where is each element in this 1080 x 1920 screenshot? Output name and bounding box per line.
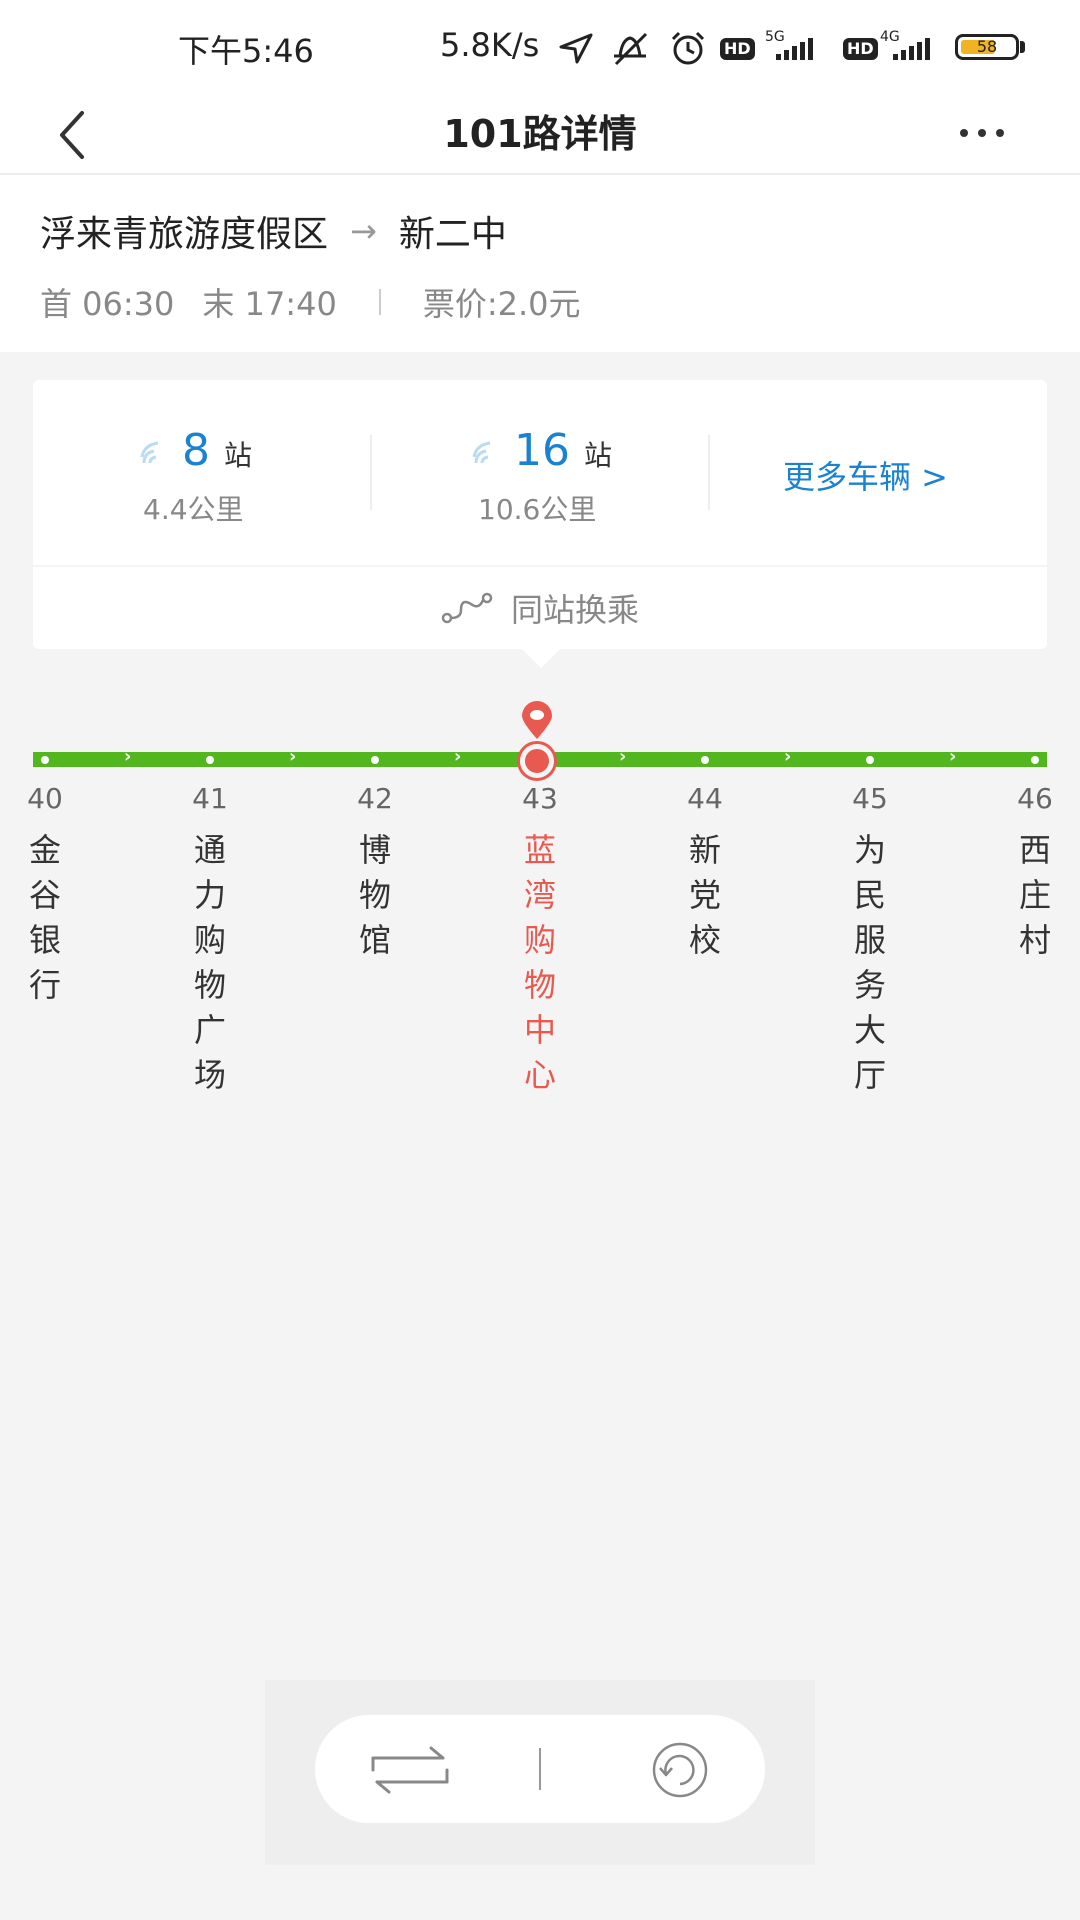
station-dot: [866, 756, 874, 764]
bus-distance: 4.4公里: [143, 493, 244, 526]
route-to: 新二中: [398, 214, 507, 255]
route-schedule: 首 06:30 末 17:40 票价:2.0元: [40, 279, 581, 325]
current-station-dot: [525, 749, 549, 773]
station-number: 43: [522, 782, 558, 815]
mute-icon: [614, 32, 648, 66]
direction-chevron-icon: ›: [289, 746, 297, 767]
station-dot: [371, 756, 379, 764]
bus-stops-unit: 站: [224, 439, 253, 472]
first-bus-time: 首 06:30: [40, 285, 175, 323]
bus-stops-away: 16 站: [472, 425, 612, 476]
location-pin-icon: [522, 701, 552, 739]
signal-icon: [893, 36, 930, 60]
divider: [708, 435, 710, 510]
transfer-button[interactable]: 同站换乘: [33, 567, 1047, 649]
route-transfer-icon: [441, 592, 493, 624]
battery-percent: 58: [976, 37, 998, 56]
transfer-label: 同站换乘: [510, 591, 639, 629]
bus-stops-unit: 站: [584, 439, 613, 472]
realtime-signal-icon: [472, 441, 491, 464]
last-bus-time: 末 17:40: [202, 285, 337, 323]
same-stop-transfer-bar[interactable]: 同站换乘: [33, 567, 1047, 649]
route-info-panel: 浮来青旅游度假区 → 新二中 首 06:30 末 17:40 票价:2.0元: [0, 175, 1080, 352]
page-title: 101路详情: [443, 112, 637, 156]
station-number: 45: [852, 782, 888, 815]
bus-distance: 10.6公里: [478, 493, 597, 526]
direction-chevron-icon: ›: [949, 746, 957, 767]
bus-arrival-item[interactable]: 16 站 10.6公里: [372, 380, 708, 565]
direction-chevron-icon: ›: [454, 746, 462, 767]
direction-chevron-icon: ›: [124, 746, 132, 767]
bus-stops-away: 8 站: [140, 425, 252, 476]
refresh-icon[interactable]: [642, 1738, 718, 1802]
arrow-right-icon: →: [350, 212, 377, 250]
hd-badge: HD: [843, 38, 878, 60]
fare-label: 票价:2.0元: [422, 285, 581, 323]
station-number: 40: [27, 782, 63, 815]
station-name[interactable]: 金谷银行: [25, 828, 65, 1008]
status-net-speed: 5.8K/s: [440, 26, 540, 64]
bus-stops-count: 16: [514, 425, 570, 476]
direction-chevron-icon: ›: [784, 746, 792, 767]
station-dot: [206, 756, 214, 764]
station-number: 42: [357, 782, 393, 815]
station-number: 46: [1017, 782, 1053, 815]
nav-bar: 101路详情: [0, 95, 1080, 175]
status-time: 下午5:46: [178, 32, 314, 70]
station-number: 44: [687, 782, 723, 815]
station-name[interactable]: 新党校: [685, 828, 725, 963]
divider: [378, 289, 381, 315]
station-name[interactable]: 为民服务大厅: [850, 828, 890, 1098]
signal-icon: [776, 36, 813, 60]
status-bar: 下午5:46 5.8K/s HD 5G HD 4G 58: [0, 0, 1080, 95]
divider: [539, 1748, 541, 1790]
route-from: 浮来青旅游度假区: [40, 214, 329, 255]
battery-icon: 58: [955, 34, 1019, 60]
hd-badge: HD: [720, 38, 755, 60]
station-name-current[interactable]: 蓝湾购物中心: [520, 828, 560, 1098]
station-dot: [701, 756, 709, 764]
location-arrow-icon: [559, 33, 593, 64]
station-number: 41: [192, 782, 228, 815]
card-pointer: [521, 648, 561, 668]
more-buses-link[interactable]: 更多车辆 >: [783, 452, 948, 498]
station-dot: [1031, 756, 1039, 764]
station-dot: [41, 756, 49, 764]
direction-chevron-icon: ›: [619, 746, 627, 767]
nearest-buses-card: 8 站 4.4公里 16 站 10.6公里 更多车辆 >: [33, 380, 1047, 565]
alarm-icon: [671, 31, 705, 65]
route-endpoints: 浮来青旅游度假区 → 新二中: [40, 205, 507, 257]
station-name[interactable]: 西庄村: [1015, 828, 1055, 963]
bus-stops-count: 8: [182, 425, 210, 476]
swap-direction-icon[interactable]: [365, 1740, 455, 1800]
realtime-signal-icon: [140, 441, 159, 464]
battery-tip: [1020, 41, 1025, 53]
bus-arrival-item[interactable]: 8 站 4.4公里: [33, 380, 370, 565]
more-dots-icon[interactable]: [960, 113, 1020, 153]
station-name[interactable]: 博物馆: [355, 828, 395, 963]
station-name[interactable]: 通力购物广场: [190, 828, 230, 1098]
